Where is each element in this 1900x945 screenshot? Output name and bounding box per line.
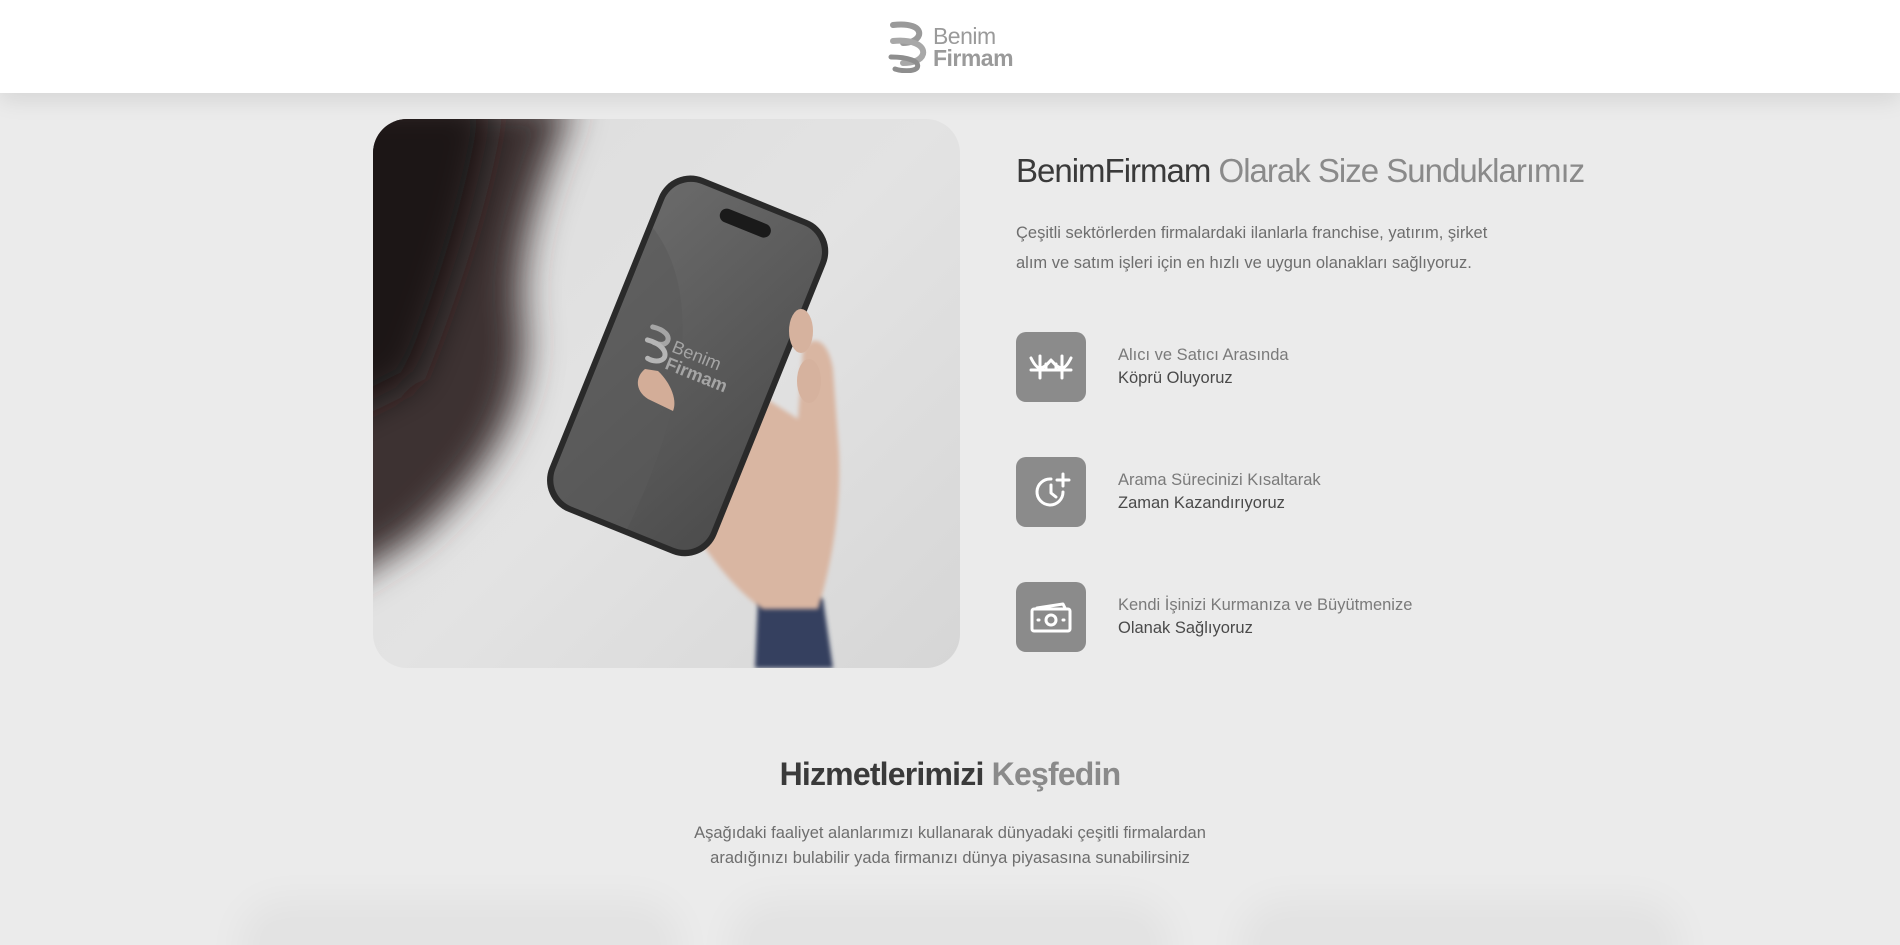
site-logo[interactable]: Benim Firmam bbox=[887, 21, 1014, 73]
site-header: Benim Firmam bbox=[0, 0, 1900, 93]
section-title-light: Olarak Size Sunduklarımız bbox=[1210, 152, 1586, 189]
logo-wordmark: Benim Firmam bbox=[932, 22, 1014, 71]
feature-bridge: Alıcı ve Satıcı Arasında Köprü Oluyoruz bbox=[1016, 332, 1576, 402]
section-description: Çeşitli sektörlerden firmalardaki ilanla… bbox=[1016, 224, 1488, 272]
feature-time: Arama Sürecinizi Kısaltarak Zaman Kazand… bbox=[1016, 457, 1576, 527]
feature-opportunity: Kendi İşinizi Kurmanıza ve Büyütmenize O… bbox=[1016, 582, 1576, 652]
logo-line-benim: Benim bbox=[932, 22, 996, 49]
feature-line2: Köprü Oluyoruz bbox=[1118, 369, 1233, 387]
feature-text: Alıcı ve Satıcı Arasında Köprü Oluyoruz bbox=[1118, 346, 1289, 388]
feature-line2: Olanak Sağlıyoruz bbox=[1118, 619, 1253, 637]
services-description-line1: Aşağıdaki faaliyet alanlarımızı kullanar… bbox=[694, 824, 1206, 842]
service-card[interactable] bbox=[750, 920, 1150, 945]
logo-line-firmam: Firmam bbox=[932, 44, 1014, 71]
services-title-strong: Hizmetlerimizi bbox=[779, 756, 985, 792]
money-icon bbox=[1016, 582, 1086, 652]
services-description: Aşağıdaki faaliyet alanlarımızı kullanar… bbox=[650, 821, 1250, 871]
clock-plus-icon bbox=[1016, 457, 1086, 527]
hero-image: Benim Firmam bbox=[373, 119, 960, 668]
bridge-icon bbox=[1016, 332, 1086, 402]
section-title-strong: BenimFirmam bbox=[1016, 152, 1211, 189]
service-card[interactable] bbox=[260, 920, 660, 945]
services-title-light: Keşfedin bbox=[983, 756, 1122, 792]
services-description-line2: aradığınızı bulabilir yada firmanızı dün… bbox=[710, 849, 1190, 867]
service-card[interactable] bbox=[1260, 920, 1660, 945]
feature-line1: Alıcı ve Satıcı Arasında bbox=[1118, 346, 1289, 364]
feature-line2: Zaman Kazandırıyoruz bbox=[1118, 494, 1285, 512]
benimfirmam-logo-icon bbox=[888, 21, 926, 73]
services-title: Hizmetlerimizi Keşfedin bbox=[0, 756, 1900, 793]
feature-line1: Kendi İşinizi Kurmanıza ve Büyütmenize bbox=[1118, 596, 1413, 614]
feature-text: Kendi İşinizi Kurmanıza ve Büyütmenize O… bbox=[1118, 596, 1412, 638]
section-title: BenimFirmam Olarak Size Sunduklarımız bbox=[1016, 152, 1586, 190]
feature-text: Arama Sürecinizi Kısaltarak Zaman Kazand… bbox=[1118, 471, 1321, 513]
feature-line1: Arama Sürecinizi Kısaltarak bbox=[1118, 471, 1321, 489]
